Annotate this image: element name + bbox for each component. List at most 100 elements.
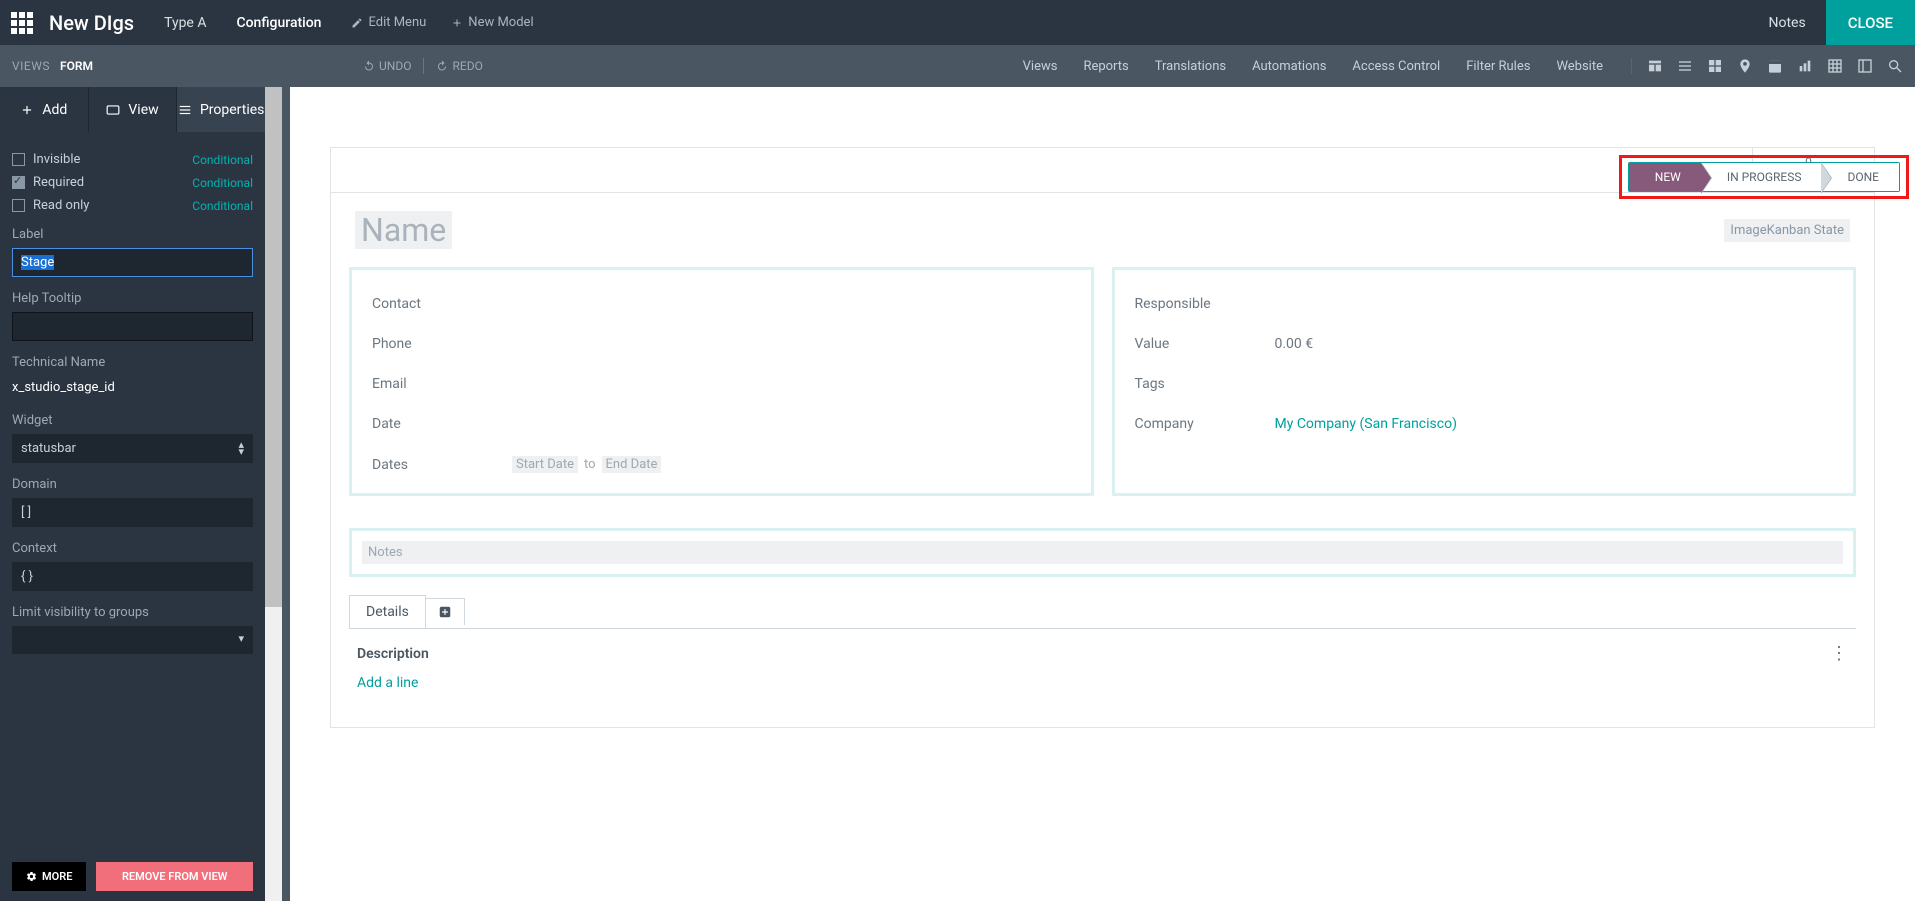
redo-button[interactable]: REDO (436, 59, 482, 73)
properties-sidebar: Add View Properties Invisible Conditiona… (0, 87, 282, 901)
widget-value: statusbar (21, 441, 76, 456)
pivot-view-icon[interactable] (1827, 58, 1843, 74)
edit-menu-label: Edit Menu (368, 15, 426, 30)
sub-header: VIEWS FORM UNDO REDO Views Reports Trans… (0, 45, 1915, 87)
email-field-label: Email (372, 376, 512, 392)
statusbar-highlight: NEW IN PROGRESS DONE (1619, 155, 1909, 199)
context-label: Context (12, 541, 253, 556)
form-view-label[interactable]: FORM (60, 59, 93, 73)
redo-label: REDO (452, 59, 482, 73)
invisible-label: Invisible (33, 152, 80, 167)
company-link[interactable]: My Company (San Francisco) (1275, 416, 1457, 432)
form-view-icon[interactable] (1647, 58, 1663, 74)
tags-field-label: Tags (1135, 376, 1275, 392)
required-conditional[interactable]: Conditional (192, 176, 253, 190)
new-model-label: New Model (468, 15, 533, 30)
limit-visibility-label: Limit visibility to groups (12, 605, 253, 620)
submenu-website[interactable]: Website (1556, 59, 1603, 74)
undo-label: UNDO (379, 59, 411, 73)
readonly-checkbox[interactable] (12, 199, 25, 212)
tab-view-label: View (128, 102, 158, 118)
menu-type-a[interactable]: Type A (164, 15, 206, 31)
company-field-label: Company (1135, 416, 1275, 432)
date-field-label: Date (372, 416, 512, 432)
dates-to: to (584, 457, 596, 472)
readonly-conditional[interactable]: Conditional (192, 199, 253, 213)
calendar-view-icon[interactable] (1767, 58, 1783, 74)
stage-new[interactable]: NEW (1629, 163, 1701, 191)
more-label: MORE (42, 870, 72, 883)
help-tooltip-label: Help Tooltip (12, 291, 253, 306)
label-input[interactable]: Stage (12, 248, 253, 277)
invisible-conditional[interactable]: Conditional (192, 153, 253, 167)
search-view-icon[interactable] (1887, 58, 1903, 74)
start-date-placeholder[interactable]: Start Date (512, 456, 578, 473)
activity-view-icon[interactable] (1857, 58, 1873, 74)
graph-view-icon[interactable] (1797, 58, 1813, 74)
widget-select[interactable]: statusbar ▴▾ (12, 434, 253, 463)
tab-add-button[interactable] (426, 598, 465, 625)
domain-label: Domain (12, 477, 253, 492)
statusbar[interactable]: NEW IN PROGRESS DONE (1628, 162, 1900, 192)
form-card: 0 Contact Name ImageKanban State Contact… (330, 147, 1875, 728)
tab-details[interactable]: Details (349, 595, 426, 628)
submenu-filter-rules[interactable]: Filter Rules (1466, 59, 1530, 74)
image-kanban-placeholder[interactable]: ImageKanban State (1724, 219, 1850, 242)
brand-title: New DIgs (49, 11, 134, 35)
domain-input[interactable]: [ ] (12, 498, 253, 527)
views-section-label: VIEWS (12, 59, 50, 73)
canvas: NEW IN PROGRESS DONE 0 Contact (282, 87, 1915, 901)
more-button[interactable]: MORE (12, 862, 86, 891)
notes-placeholder[interactable]: Notes (362, 541, 1843, 564)
context-input[interactable]: { } (12, 562, 253, 591)
widget-label: Widget (12, 413, 253, 428)
technical-name-label: Technical Name (12, 355, 253, 370)
sidebar-scrollbar[interactable] (265, 87, 282, 901)
top-header: New DIgs Type A Configuration Edit Menu … (0, 0, 1915, 45)
value-field-label: Value (1135, 336, 1275, 352)
submenu-reports[interactable]: Reports (1083, 59, 1128, 74)
submenu-translations[interactable]: Translations (1155, 59, 1226, 74)
new-model-action[interactable]: New Model (451, 15, 533, 30)
description-menu-icon[interactable]: ⋮ (1830, 645, 1848, 663)
map-view-icon[interactable] (1737, 58, 1753, 74)
invisible-checkbox[interactable] (12, 153, 25, 166)
notes-block: Notes (349, 528, 1856, 577)
limit-visibility-select[interactable]: ▾ (12, 626, 253, 654)
stage-done[interactable]: DONE (1821, 163, 1899, 191)
description-header: Description (357, 646, 429, 662)
tab-view[interactable]: View (89, 87, 178, 132)
kanban-view-icon[interactable] (1707, 58, 1723, 74)
tab-properties-label: Properties (200, 102, 264, 118)
tab-properties[interactable]: Properties (177, 87, 265, 132)
remove-from-view-button[interactable]: REMOVE FROM VIEW (96, 862, 253, 891)
responsible-field-label: Responsible (1135, 296, 1275, 312)
edit-menu-action[interactable]: Edit Menu (351, 15, 426, 30)
name-placeholder[interactable]: Name (355, 211, 452, 249)
end-date-placeholder[interactable]: End Date (602, 456, 662, 473)
submenu-automations[interactable]: Automations (1252, 59, 1326, 74)
menu-configuration[interactable]: Configuration (236, 15, 321, 31)
apps-icon[interactable] (10, 11, 34, 35)
left-column: Contact Phone Email Date Dates Start Dat… (349, 267, 1094, 496)
value-field-value: 0.00 € (1275, 336, 1314, 352)
undo-button[interactable]: UNDO (363, 59, 411, 73)
submenu-access-control[interactable]: Access Control (1352, 59, 1440, 74)
required-checkbox[interactable] (12, 176, 25, 189)
phone-field-label: Phone (372, 336, 512, 352)
list-view-icon[interactable] (1677, 58, 1693, 74)
submenu-views[interactable]: Views (1023, 59, 1058, 74)
right-column: Responsible Value 0.00 € Tags Company My… (1112, 267, 1857, 496)
help-tooltip-input[interactable] (12, 312, 253, 341)
notes-link[interactable]: Notes (1748, 15, 1825, 31)
tab-add-label: Add (42, 102, 67, 118)
contact-field-label: Contact (372, 296, 512, 312)
tab-add[interactable]: Add (0, 87, 89, 132)
technical-name-value: x_studio_stage_id (12, 376, 253, 399)
stage-in-progress[interactable]: IN PROGRESS (1701, 163, 1822, 191)
close-button[interactable]: CLOSE (1826, 0, 1915, 45)
add-line-link[interactable]: Add a line (357, 669, 1848, 697)
label-field-label: Label (12, 227, 253, 242)
dates-field-label: Dates (372, 457, 512, 473)
readonly-label: Read only (33, 198, 89, 213)
